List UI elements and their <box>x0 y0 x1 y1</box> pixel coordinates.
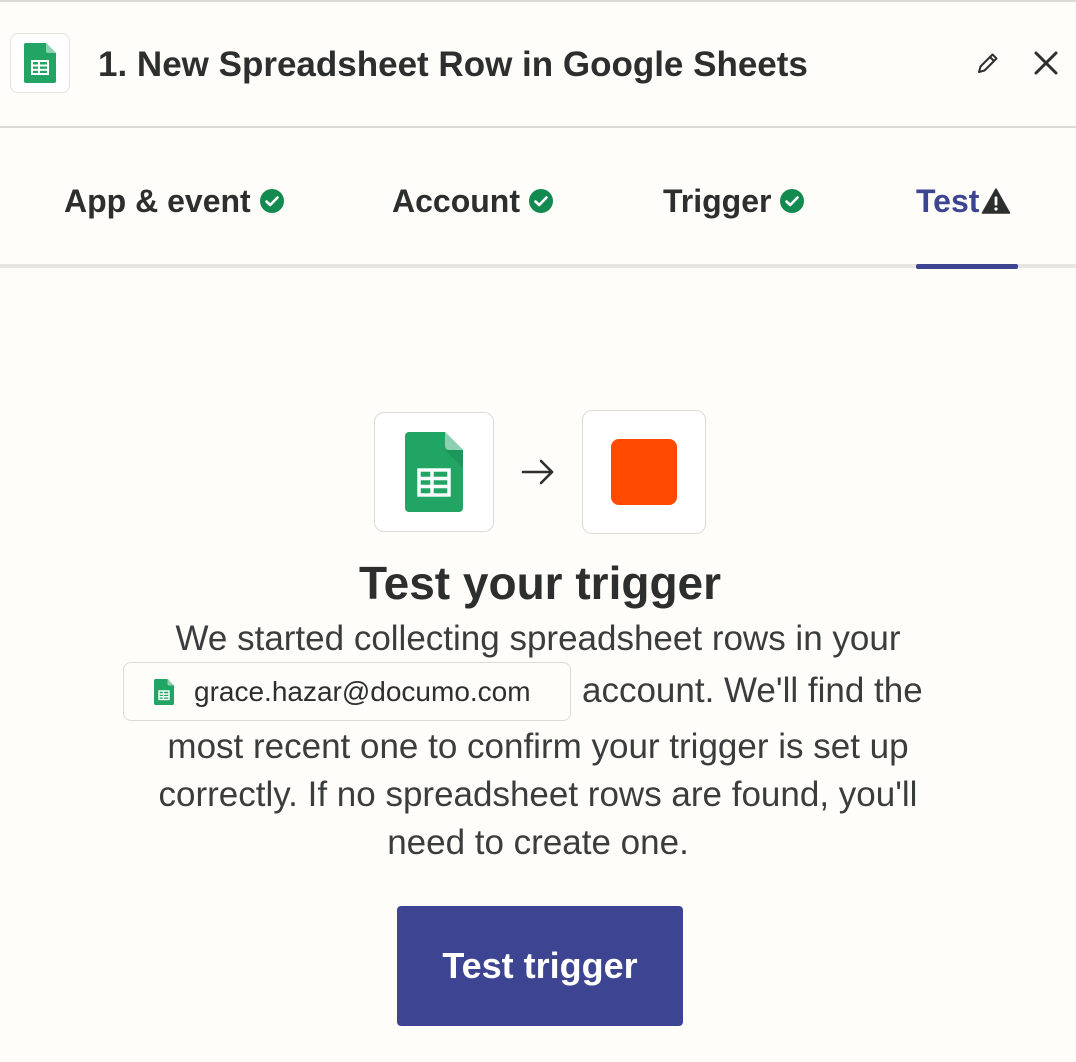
google-sheets-icon <box>405 432 463 512</box>
tab-label: Trigger <box>663 182 772 219</box>
close-button[interactable] <box>1029 46 1063 80</box>
account-chip: grace.hazar@documo.com <box>123 662 571 721</box>
description-line: need to create one. <box>387 823 689 862</box>
tab-label: Account <box>392 182 520 219</box>
target-app-box <box>582 410 706 534</box>
tabs-divider <box>0 264 1076 268</box>
tab-test[interactable]: Test <box>916 180 1011 222</box>
step-header: 1. New Spreadsheet Row in Google Sheets <box>0 2 1076 128</box>
page-title: Test your trigger <box>358 557 722 609</box>
edit-title-button[interactable] <box>971 46 1005 80</box>
description-line: most recent one to confirm your trigger … <box>167 727 909 766</box>
test-trigger-button[interactable]: Test trigger <box>397 906 683 1026</box>
check-circle-icon <box>779 188 805 214</box>
tab-trigger[interactable]: Trigger <box>663 180 805 222</box>
description-line: We started collecting spreadsheet rows i… <box>175 619 901 658</box>
account-email: grace.hazar@documo.com <box>194 675 531 707</box>
step-title: 1. New Spreadsheet Row in Google Sheets <box>98 45 808 84</box>
active-tab-indicator <box>916 264 1018 269</box>
tab-label: Test <box>916 182 980 219</box>
google-sheets-icon <box>154 678 174 705</box>
tab-label: App & event <box>64 182 251 219</box>
zapier-square-icon <box>611 439 677 505</box>
warning-triangle-icon <box>981 187 1011 215</box>
check-circle-icon <box>259 188 285 214</box>
pencil-icon <box>978 53 998 73</box>
tab-account[interactable]: Account <box>392 180 554 222</box>
description-line: account. We'll find the <box>582 671 923 710</box>
step-panel: 1. New Spreadsheet Row in Google Sheets … <box>0 0 1076 1062</box>
description-line: correctly. If no spreadsheet rows are fo… <box>158 775 918 814</box>
tab-app-event[interactable]: App & event <box>64 180 285 222</box>
arrow-right-icon <box>518 454 558 490</box>
check-circle-icon <box>528 188 554 214</box>
google-sheets-icon <box>10 33 70 93</box>
close-icon <box>1034 51 1058 75</box>
source-app-box <box>374 412 494 532</box>
